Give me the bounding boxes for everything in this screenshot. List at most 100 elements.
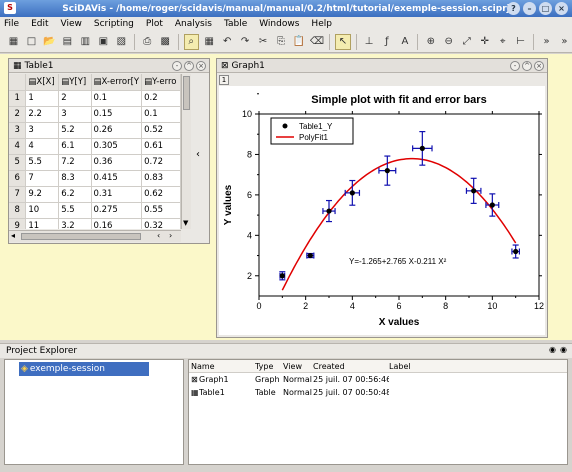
list-item[interactable]: ⊠ Graph1 Graph Normal 25 juil. 07 00:56:46 [189, 373, 567, 386]
maximize-icon[interactable]: ^ [184, 61, 194, 71]
explorer-icon[interactable]: ⌕ [183, 33, 199, 50]
collapse-icon[interactable]: ‹ [196, 149, 200, 160]
row-header[interactable]: 3 [9, 122, 27, 139]
graph-window-titlebar[interactable]: ⊠ Graph1 - ^ × [217, 59, 547, 73]
menu-plot[interactable]: Plot [146, 19, 163, 29]
table-cell[interactable]: 0.26 [91, 122, 143, 139]
table-cell[interactable]: 0.72 [141, 154, 181, 171]
table-cell[interactable]: 6.1 [58, 138, 92, 155]
table-row[interactable]: 6 7 8.3 0.415 0.83 [9, 170, 181, 187]
table-cell[interactable]: 8.3 [58, 170, 92, 187]
screen-reader-icon[interactable]: ✛ [477, 34, 492, 50]
scroll-left-icon[interactable]: ‹ [157, 231, 160, 240]
add-text-icon[interactable]: A [397, 34, 412, 50]
table-row[interactable]: 9 11 3.2 0.16 0.32 [9, 218, 181, 229]
rescale-icon[interactable]: ⤢ [459, 34, 474, 50]
table-cell[interactable]: 0.83 [141, 170, 181, 187]
scrollbar-thumb[interactable] [21, 233, 141, 240]
table-cell[interactable]: 5.5 [25, 154, 60, 171]
table-cell[interactable]: 7 [25, 170, 60, 187]
table-cell[interactable]: 0.52 [141, 122, 181, 139]
data-reader-icon[interactable]: ⌖ [495, 34, 510, 50]
table-cell[interactable]: 0.1 [91, 90, 143, 107]
minimize-icon[interactable]: – [523, 2, 536, 15]
row-header[interactable]: 5 [9, 154, 27, 171]
scatter-plot[interactable]: Simple plot with fit and error bars 0 2 4 6 8… [219, 86, 545, 335]
menu-analysis[interactable]: Analysis [175, 19, 212, 29]
row-header[interactable]: 8 [9, 202, 27, 219]
table-cell[interactable]: 3.2 [58, 218, 92, 229]
row-header[interactable]: 1 [9, 90, 27, 107]
table-cell[interactable]: 4 [25, 138, 60, 155]
table-row[interactable]: 5 5.5 7.2 0.36 0.72 [9, 154, 181, 171]
row-header[interactable]: 9 [9, 218, 27, 229]
table-cell[interactable]: 5.2 [58, 122, 92, 139]
table-cell[interactable]: 0.61 [141, 138, 181, 155]
table-cell[interactable]: 2.2 [25, 106, 60, 123]
table-row[interactable]: 7 9.2 6.2 0.31 0.62 [9, 186, 181, 203]
table-cell[interactable]: 0.36 [91, 154, 143, 171]
select-range-icon[interactable]: ⊢ [513, 34, 528, 50]
column-header-view[interactable]: View [283, 362, 313, 371]
table-cell[interactable]: 0.16 [91, 218, 143, 229]
new-page-icon[interactable]: □ [24, 34, 39, 50]
table-cell[interactable]: 0.415 [91, 170, 143, 187]
row-header[interactable]: 6 [9, 170, 27, 187]
project-folder-tree[interactable]: ◈ exemple-session [4, 359, 184, 465]
window-titlebar[interactable]: S SciDAVis - /home/roger/scidavis/manual… [0, 0, 572, 17]
layer-button[interactable]: 1 [219, 75, 229, 85]
project-explorer-titlebar[interactable]: Project Explorer ◉ ◉ [0, 343, 572, 358]
row-header[interactable]: 4 [9, 138, 27, 155]
toolbar-more-icon[interactable]: » [539, 34, 554, 50]
table-cell[interactable]: 0.32 [141, 218, 181, 229]
cut-icon[interactable]: ✂ [256, 34, 271, 50]
column-header-name[interactable]: Name [189, 362, 255, 371]
table-window-titlebar[interactable]: ▦ Table1 - ^ × [9, 59, 209, 73]
table-cell[interactable]: 3 [25, 122, 60, 139]
table-row[interactable]: 4 4 6.1 0.305 0.61 [9, 138, 181, 155]
table-cell[interactable]: 1 [25, 90, 60, 107]
graph-window[interactable]: ⊠ Graph1 - ^ × 1 Simple plot with fit an… [216, 58, 548, 338]
add-error-bars-icon[interactable]: ⊥ [361, 34, 376, 50]
close-icon[interactable]: × [534, 61, 544, 71]
project-items-list[interactable]: Name Type View Created Label ⊠ Graph1 Grap… [188, 359, 568, 465]
table-window[interactable]: ▦ Table1 - ^ × ▤X[X] ▤Y[Y] ▤X-error[Y ▤Y… [8, 58, 210, 244]
table-cell[interactable]: 2 [58, 90, 92, 107]
help-icon[interactable]: ? [507, 2, 520, 15]
delete-icon[interactable]: ⌫ [310, 34, 325, 50]
table-cell[interactable]: 0.55 [141, 202, 181, 219]
close-icon[interactable]: × [555, 2, 568, 15]
table-cell[interactable]: 5.5 [58, 202, 92, 219]
column-header[interactable]: ▤Y-erro [141, 74, 181, 91]
table-cell[interactable]: 6.2 [58, 186, 92, 203]
table-cell[interactable]: 0.62 [141, 186, 181, 203]
print-icon[interactable]: ⎙ [140, 34, 155, 50]
results-log-icon[interactable]: ▦ [202, 34, 217, 50]
menu-view[interactable]: View [61, 19, 82, 29]
maximize-icon[interactable]: ^ [522, 61, 532, 71]
table-row[interactable]: 1 1 2 0.1 0.2 [9, 90, 181, 107]
scroll-down-icon[interactable]: ▼ [183, 219, 188, 227]
menu-help[interactable]: Help [311, 19, 332, 29]
table-cell[interactable]: 0.15 [91, 106, 143, 123]
menu-scripting[interactable]: Scripting [94, 19, 134, 29]
menu-file[interactable]: File [4, 19, 19, 29]
close-icon[interactable]: ◉ [560, 345, 567, 354]
table-cell[interactable]: 7.2 [58, 154, 92, 171]
maximize-icon[interactable]: □ [539, 2, 552, 15]
open-icon[interactable]: 📂 [42, 34, 57, 50]
toolbar-more-icon[interactable]: » [557, 34, 572, 50]
export-pdf-icon[interactable]: ▩ [158, 34, 173, 50]
table-cell[interactable]: 3 [58, 106, 92, 123]
new-table-icon[interactable]: ▦ [6, 34, 21, 50]
column-header[interactable]: ▤X-error[Y [91, 74, 143, 91]
horizontal-scrollbar[interactable]: ◂ ‹ › [9, 230, 181, 242]
open-template-icon[interactable]: ▤ [60, 34, 75, 50]
menu-windows[interactable]: Windows [259, 19, 299, 29]
minimize-icon[interactable]: - [172, 61, 182, 71]
scroll-right-icon[interactable]: › [169, 231, 172, 240]
menu-table[interactable]: Table [224, 19, 247, 29]
table-row[interactable]: 3 3 5.2 0.26 0.52 [9, 122, 181, 139]
pointer-icon[interactable]: ↖ [335, 33, 351, 50]
table-cell[interactable]: 0.1 [141, 106, 181, 123]
